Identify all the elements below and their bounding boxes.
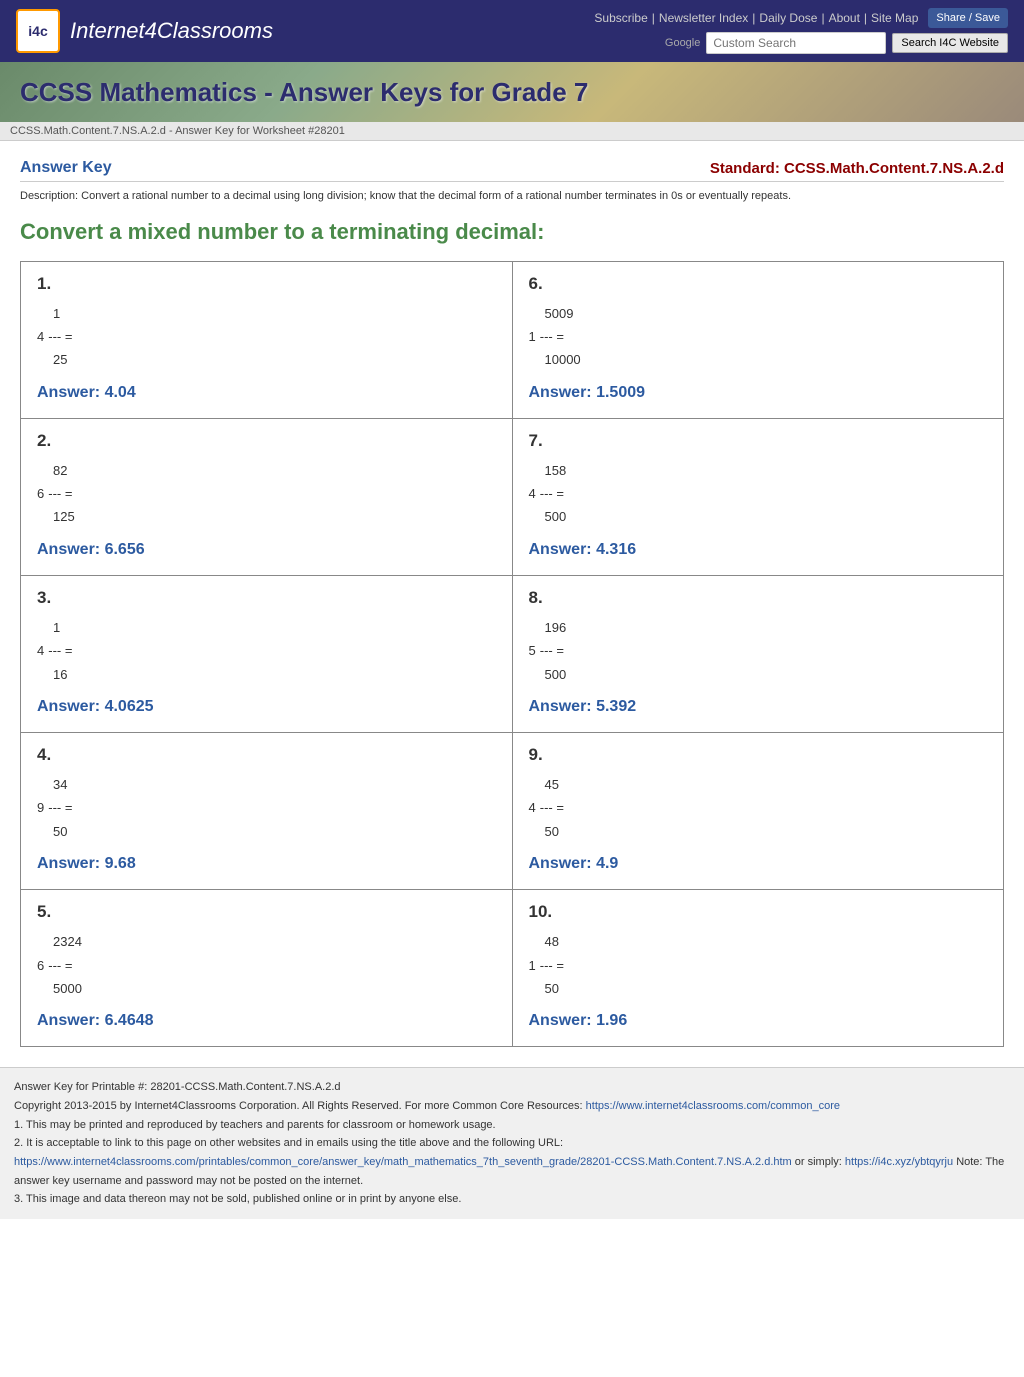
problem-cell-1: 1. 1 4 --- = 25 Answer: 4.04 — [21, 262, 513, 418]
problem-cell-10: 10. 48 1 --- = 50 Answer: 1.96 — [513, 890, 1004, 1046]
problem-cell-3: 3. 1 4 --- = 16 Answer: 4.0625 — [21, 576, 513, 732]
main-content: Answer Key Standard: CCSS.Math.Content.7… — [0, 141, 1024, 1067]
site-name: Internet4Classrooms — [70, 18, 273, 44]
footer-common-core-link[interactable]: https://www.internet4classrooms.com/comm… — [586, 1100, 840, 1112]
problem-number-2: 2. — [37, 431, 496, 451]
fraction-4: 34 9 --- = 50 — [37, 773, 496, 843]
search-button[interactable]: Search I4C Website — [892, 33, 1008, 53]
fraction-10: 48 1 --- = 50 — [529, 930, 988, 1000]
answer-6: Answer: 1.5009 — [529, 384, 988, 402]
problem-row-2: 2. 82 6 --- = 125 Answer: 6.656 7. 158 4 — [21, 419, 1003, 576]
section-title: Convert a mixed number to a terminating … — [20, 219, 1004, 245]
problem-row-4: 4. 34 9 --- = 50 Answer: 9.68 9. 45 4 — [21, 733, 1003, 890]
problem-cell-4: 4. 34 9 --- = 50 Answer: 9.68 — [21, 733, 513, 889]
search-area: Google Search I4C Website — [665, 32, 1008, 54]
nav-newsletter[interactable]: Newsletter Index — [659, 11, 748, 25]
nav-sitemap[interactable]: Site Map — [871, 11, 918, 25]
logo-area: i4c Internet4Classrooms — [16, 9, 273, 53]
answer-3: Answer: 4.0625 — [37, 698, 496, 716]
problems-grid: 1. 1 4 --- = 25 Answer: 4.04 6. 5009 1 — [20, 261, 1004, 1048]
fraction-6: 5009 1 --- = 10000 — [529, 302, 988, 372]
problem-cell-2: 2. 82 6 --- = 125 Answer: 6.656 — [21, 419, 513, 575]
answer-4: Answer: 9.68 — [37, 855, 496, 873]
description: Description: Convert a rational number t… — [20, 188, 1004, 205]
problem-cell-8: 8. 196 5 --- = 500 Answer: 5.392 — [513, 576, 1004, 732]
problem-number-3: 3. — [37, 588, 496, 608]
answer-7: Answer: 4.316 — [529, 541, 988, 559]
footer-url1-short[interactable]: https://i4c.xyz/ybtqyrju — [845, 1156, 953, 1168]
footer-url1[interactable]: https://www.internet4classrooms.com/prin… — [14, 1156, 792, 1168]
nav-about[interactable]: About — [829, 11, 860, 25]
problem-cell-5: 5. 2324 6 --- = 5000 Answer: 6.4648 — [21, 890, 513, 1046]
footer-line2: Copyright 2013-2015 by Internet4Classroo… — [14, 1097, 1010, 1116]
nav-subscribe[interactable]: Subscribe — [594, 11, 647, 25]
answer-key-label: Answer Key — [20, 159, 112, 177]
problem-number-5: 5. — [37, 902, 496, 922]
answer-5: Answer: 6.4648 — [37, 1012, 496, 1030]
answer-1: Answer: 4.04 — [37, 384, 496, 402]
fraction-5: 2324 6 --- = 5000 — [37, 930, 496, 1000]
footer-line1: Answer Key for Printable #: 28201-CCSS.M… — [14, 1078, 1010, 1097]
problem-cell-7: 7. 158 4 --- = 500 Answer: 4.316 — [513, 419, 1004, 575]
problem-number-4: 4. — [37, 745, 496, 765]
problem-cell-6: 6. 5009 1 --- = 10000 Answer: 1.5009 — [513, 262, 1004, 418]
footer-line3: 1. This may be printed and reproduced by… — [14, 1116, 1010, 1135]
header-right: Subscribe | Newsletter Index | Daily Dos… — [594, 8, 1008, 54]
page-title: CCSS Mathematics - Answer Keys for Grade… — [20, 77, 588, 108]
answer-key-header: Answer Key Standard: CCSS.Math.Content.7… — [20, 151, 1004, 182]
fraction-2: 82 6 --- = 125 — [37, 459, 496, 529]
answer-2: Answer: 6.656 — [37, 541, 496, 559]
banner: CCSS Mathematics - Answer Keys for Grade… — [0, 62, 1024, 122]
problem-row-3: 3. 1 4 --- = 16 Answer: 4.0625 8. 196 5 — [21, 576, 1003, 733]
problem-number-9: 9. — [529, 745, 988, 765]
breadcrumb: CCSS.Math.Content.7.NS.A.2.d - Answer Ke… — [0, 122, 1024, 141]
share-save-button[interactable]: Share / Save — [928, 8, 1008, 28]
logo-icon: i4c — [16, 9, 60, 53]
google-label: Google — [665, 37, 700, 49]
answer-9: Answer: 4.9 — [529, 855, 988, 873]
answer-10: Answer: 1.96 — [529, 1012, 988, 1030]
footer-line4: 2. It is acceptable to link to this page… — [14, 1134, 1010, 1153]
site-header: i4c Internet4Classrooms Subscribe | News… — [0, 0, 1024, 62]
problem-row-5: 5. 2324 6 --- = 5000 Answer: 6.4648 10. … — [21, 890, 1003, 1046]
fraction-9: 45 4 --- = 50 — [529, 773, 988, 843]
answer-8: Answer: 5.392 — [529, 698, 988, 716]
problem-number-6: 6. — [529, 274, 988, 294]
fraction-3: 1 4 --- = 16 — [37, 616, 496, 686]
problem-number-8: 8. — [529, 588, 988, 608]
problem-number-1: 1. — [37, 274, 496, 294]
search-input[interactable] — [706, 32, 886, 54]
fraction-7: 158 4 --- = 500 — [529, 459, 988, 529]
standard-label: Standard: CCSS.Math.Content.7.NS.A.2.d — [710, 160, 1004, 177]
problem-cell-9: 9. 45 4 --- = 50 Answer: 4.9 — [513, 733, 1004, 889]
footer-url: https://www.internet4classrooms.com/prin… — [14, 1153, 1010, 1190]
problem-row-1: 1. 1 4 --- = 25 Answer: 4.04 6. 5009 1 — [21, 262, 1003, 419]
footer: Answer Key for Printable #: 28201-CCSS.M… — [0, 1067, 1024, 1219]
problem-number-10: 10. — [529, 902, 988, 922]
fraction-1: 1 4 --- = 25 — [37, 302, 496, 372]
fraction-8: 196 5 --- = 500 — [529, 616, 988, 686]
problem-number-7: 7. — [529, 431, 988, 451]
footer-line5: 3. This image and data thereon may not b… — [14, 1190, 1010, 1209]
nav-links: Subscribe | Newsletter Index | Daily Dos… — [594, 11, 918, 25]
nav-daily-dose[interactable]: Daily Dose — [759, 11, 817, 25]
